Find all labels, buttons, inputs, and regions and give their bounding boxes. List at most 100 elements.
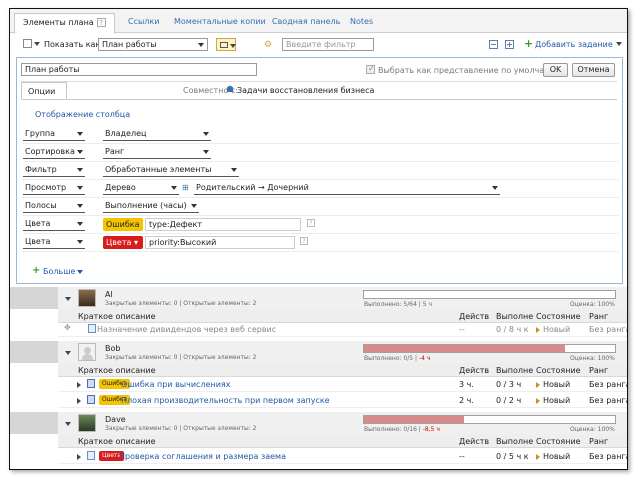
row-bars-value[interactable]: Выполнение (часы) [103,200,199,213]
cancel-button[interactable]: Отмена [572,63,615,77]
row-bars-type[interactable]: Полосы [23,200,85,213]
compatible-value: Задачи восстановления бизнеса [237,86,375,95]
move-row-icon[interactable]: ✥ [64,323,71,332]
tab-snapshots[interactable]: Моментальные копии [174,17,266,26]
col-state[interactable]: Состояние [536,366,581,375]
item-title[interactable]: Плохая производительность при первом зап… [121,396,330,405]
item-title[interactable]: Ошибка при вычислениях [121,380,230,389]
progress-text: Выполнено: 0/5 | -4 ч [364,355,431,362]
col-action[interactable]: Действ [459,312,489,321]
item-done: 0 / 2 ч [496,396,522,405]
column-display-link[interactable]: Отображение столбца [35,110,130,119]
filter-icon[interactable]: ⚙ [264,40,274,50]
work-item-icon [88,324,96,333]
item-rank: Без ранга [589,452,628,461]
filter-input[interactable]: Введите фильтр [282,38,374,51]
item-done: 0 / 8 ч к [496,325,529,334]
progress-bar [363,415,616,424]
row-color-2-type[interactable]: Цвета [23,236,85,249]
collapse-group-icon[interactable] [65,422,71,426]
tab-links[interactable]: Ссылки [128,17,159,26]
col-rank[interactable]: Ранг [589,437,608,446]
row-color-1-type[interactable]: Цвета [23,218,85,231]
default-view-label: Выбрать как представление по умолчанию [378,66,562,75]
progress-fill [364,345,565,352]
row-filter-value[interactable]: Обработанные элементы [103,164,239,177]
item-state[interactable]: Новый [536,380,570,389]
row-view-value[interactable]: Дерево [103,182,179,195]
owner-group-header[interactable]: Dave Закрытые элементы: 0 | Открытые эле… [10,412,627,434]
help-icon[interactable]: ? [96,18,106,27]
collapse-group-icon[interactable] [65,297,71,301]
plan-name-input[interactable]: План работы [21,63,257,76]
more-button[interactable]: Больше [43,267,75,276]
avatar [78,343,96,361]
col-rank[interactable]: Ранг [589,312,608,321]
help-icon[interactable]: ? [300,237,308,245]
progress-fill [364,416,465,423]
color-query-input[interactable]: priority:Высокий [145,236,295,249]
row-group-type[interactable]: Группа [23,128,85,141]
row-group-value[interactable]: Владелец [103,128,211,141]
col-done[interactable]: Выполне [496,437,533,446]
color-tag-picker[interactable]: Ошибка ▾ [103,218,143,242]
add-task-button[interactable]: Добавить задание [535,40,613,49]
col-description[interactable]: Краткое описание [78,312,156,321]
collapse-group-icon[interactable] [65,351,71,355]
view-settings-icon[interactable] [216,38,236,51]
row-view-type[interactable]: Просмотр [23,182,85,195]
item-title[interactable]: Проверка соглашения и размера заема [119,452,286,461]
avatar [78,289,96,307]
col-description[interactable]: Краткое описание [78,366,156,375]
plus-icon: + [32,265,41,276]
show-as-select[interactable]: План работы [98,38,208,51]
item-state[interactable]: Новый [536,396,570,405]
owner-group-header[interactable]: Bob Закрытые элементы: 0 | Открытые элем… [10,341,627,363]
col-state[interactable]: Состояние [536,437,581,446]
col-description[interactable]: Краткое описание [78,437,156,446]
row-sort-type[interactable]: Сортировка [23,146,85,159]
tab-dashboard[interactable]: Сводная панель [272,17,340,26]
expand-row-icon[interactable] [77,382,81,388]
ok-button[interactable]: OK [543,63,568,77]
collapse-all-icon[interactable] [489,40,498,49]
item-rank: Без ранга [589,380,628,389]
item-state[interactable]: Новый [536,325,570,334]
item-title[interactable]: Назначение дивидендов через веб сервис [97,325,276,334]
tab-options[interactable]: Опции [21,82,67,99]
help-icon[interactable]: ? [307,219,315,227]
progress-text: Выполнено: 5/64 | 5 ч [364,301,432,308]
expand-all-icon[interactable] [505,40,514,49]
row-sort-value[interactable]: Ранг [103,146,211,159]
col-done[interactable]: Выполне [496,312,533,321]
chevron-down-icon[interactable] [616,42,622,46]
row-filter-type[interactable]: Фильтр [23,164,85,177]
color-tag-picker[interactable]: Цвета ▾ [103,236,143,249]
item-state[interactable]: Новый [536,452,570,461]
col-action[interactable]: Действ [459,437,489,446]
col-action[interactable]: Действ [459,366,489,375]
chevron-down-icon[interactable] [77,270,83,274]
item-action: -- [459,452,465,461]
team-icon: ☗ [226,85,235,95]
expand-row-icon[interactable] [77,454,81,460]
owner-counts: Закрытые элементы: 0 | Открытые элементы… [105,354,257,361]
tab-notes[interactable]: Notes [350,17,373,26]
view-settings-panel: План работы ✓ Выбрать как представление … [16,57,623,284]
item-action: 3 ч. [459,380,474,389]
default-view-checkbox[interactable]: ✓ [366,64,375,74]
column-header-row: Краткое описание Действ Выполне Состояни… [58,434,627,448]
select-all-checkbox[interactable] [23,39,32,48]
item-action: 2 ч. [459,396,474,405]
tab-plan-items[interactable]: Элементы плана? [14,13,115,34]
chevron-down-icon[interactable] [34,42,40,46]
expand-row-icon[interactable] [77,398,81,404]
owner-group-header[interactable]: Al Закрытые элементы: 0 | Открытые элеме… [10,287,627,309]
owner-counts: Закрытые элементы: 0 | Открытые элементы… [105,425,257,432]
column-header-row: Краткое описание Действ Выполне Состояни… [58,363,627,377]
color-query-input[interactable]: type:Дефект [145,218,301,231]
col-state[interactable]: Состояние [536,312,581,321]
row-view-relation[interactable]: Родительский → Дочерний [194,182,500,195]
col-done[interactable]: Выполне [496,366,533,375]
col-rank[interactable]: Ранг [589,366,608,375]
